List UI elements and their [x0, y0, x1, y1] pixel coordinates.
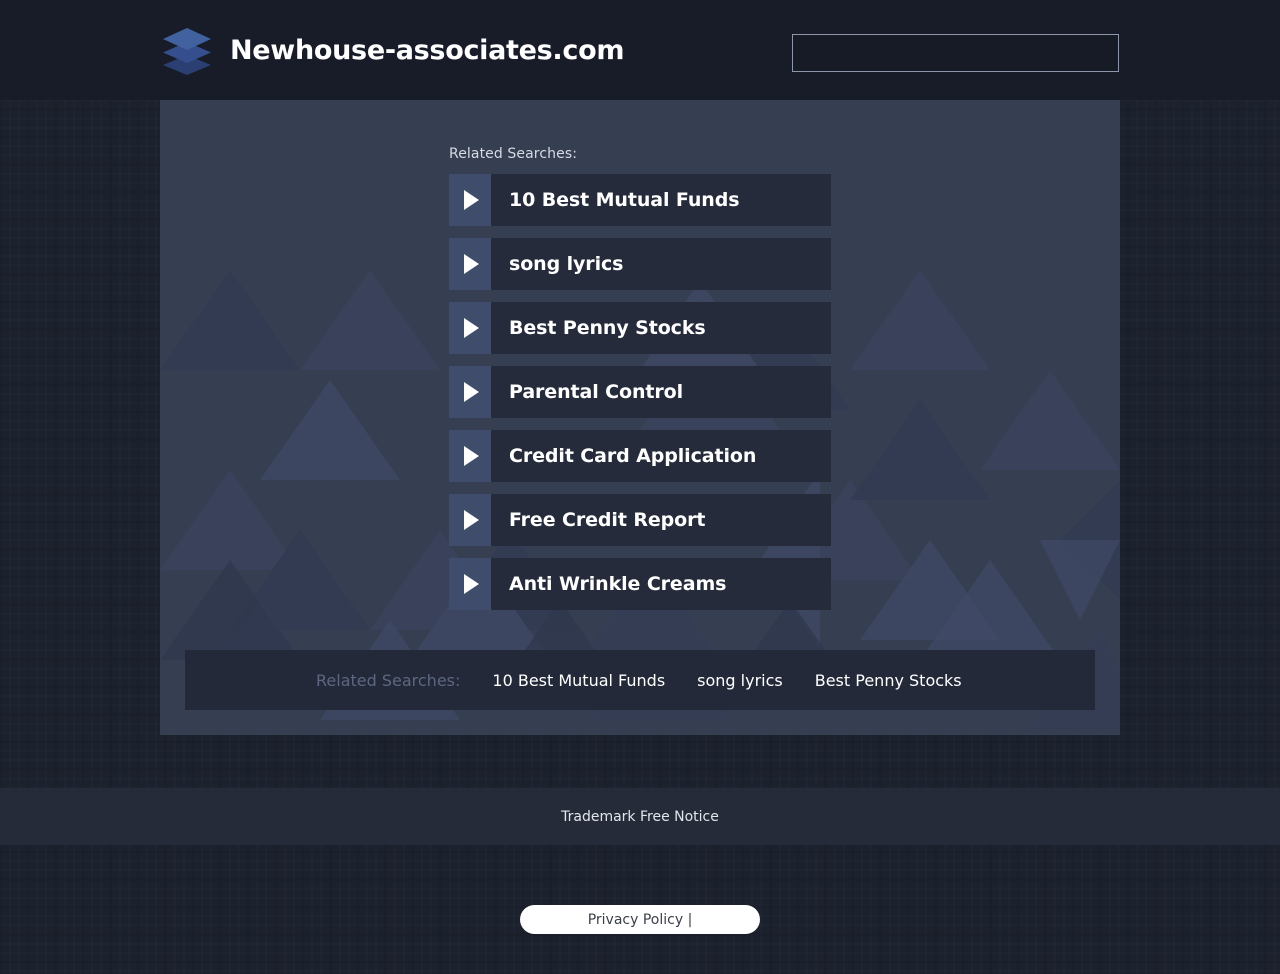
list-item-label: Parental Control	[509, 381, 683, 403]
play-arrow-icon	[449, 558, 491, 610]
list-item-body: Anti Wrinkle Creams	[491, 558, 831, 610]
list-item-body: Credit Card Application	[491, 430, 831, 482]
main-content-panel: Related Searches: 10 Best Mutual Funds s…	[160, 100, 1120, 735]
list-item[interactable]: 10 Best Mutual Funds	[449, 174, 831, 226]
search-input[interactable]	[792, 34, 1119, 72]
related-link[interactable]: Best Penny Stocks	[815, 671, 962, 690]
list-item-body: Free Credit Report	[491, 494, 831, 546]
site-header: Newhouse-associates.com	[0, 0, 1280, 100]
list-item[interactable]: Anti Wrinkle Creams	[449, 558, 831, 610]
related-searches-footer-bar: Related Searches: 10 Best Mutual Funds s…	[185, 650, 1095, 710]
related-searches-footer-links: 10 Best Mutual Funds song lyrics Best Pe…	[492, 671, 961, 690]
related-link[interactable]: 10 Best Mutual Funds	[492, 671, 665, 690]
play-arrow-icon	[449, 302, 491, 354]
brand-link[interactable]: Newhouse-associates.com	[160, 22, 624, 78]
list-item[interactable]: song lyrics	[449, 238, 831, 290]
related-link[interactable]: song lyrics	[697, 671, 783, 690]
list-item-label: Credit Card Application	[509, 445, 756, 467]
list-item-label: Anti Wrinkle Creams	[509, 573, 726, 595]
list-item[interactable]: Free Credit Report	[449, 494, 831, 546]
play-arrow-icon	[449, 238, 491, 290]
list-item-label: Free Credit Report	[509, 509, 705, 531]
play-arrow-icon	[449, 494, 491, 546]
header-inner: Newhouse-associates.com	[0, 0, 1280, 100]
privacy-policy-label: Privacy Policy |	[588, 912, 693, 928]
list-item-label: 10 Best Mutual Funds	[509, 189, 739, 211]
stacked-layers-icon	[160, 22, 214, 78]
list-item-label: song lyrics	[509, 253, 623, 275]
related-searches-footer-label: Related Searches:	[316, 671, 460, 690]
list-item[interactable]: Parental Control	[449, 366, 831, 418]
list-item-body: song lyrics	[491, 238, 831, 290]
privacy-policy-button[interactable]: Privacy Policy |	[520, 905, 760, 934]
play-arrow-icon	[449, 366, 491, 418]
list-item-label: Best Penny Stocks	[509, 317, 706, 339]
play-arrow-icon	[449, 430, 491, 482]
list-item-body: 10 Best Mutual Funds	[491, 174, 831, 226]
trademark-free-notice-link[interactable]: Trademark Free Notice	[561, 809, 719, 825]
list-item[interactable]: Best Penny Stocks	[449, 302, 831, 354]
play-arrow-icon	[449, 174, 491, 226]
site-title: Newhouse-associates.com	[230, 37, 624, 64]
list-item-body: Parental Control	[491, 366, 831, 418]
related-searches-heading: Related Searches:	[449, 146, 577, 162]
list-item-body: Best Penny Stocks	[491, 302, 831, 354]
related-searches-list: 10 Best Mutual Funds song lyrics Best Pe…	[449, 174, 831, 622]
list-item[interactable]: Credit Card Application	[449, 430, 831, 482]
trademark-strip: Trademark Free Notice	[0, 788, 1280, 845]
